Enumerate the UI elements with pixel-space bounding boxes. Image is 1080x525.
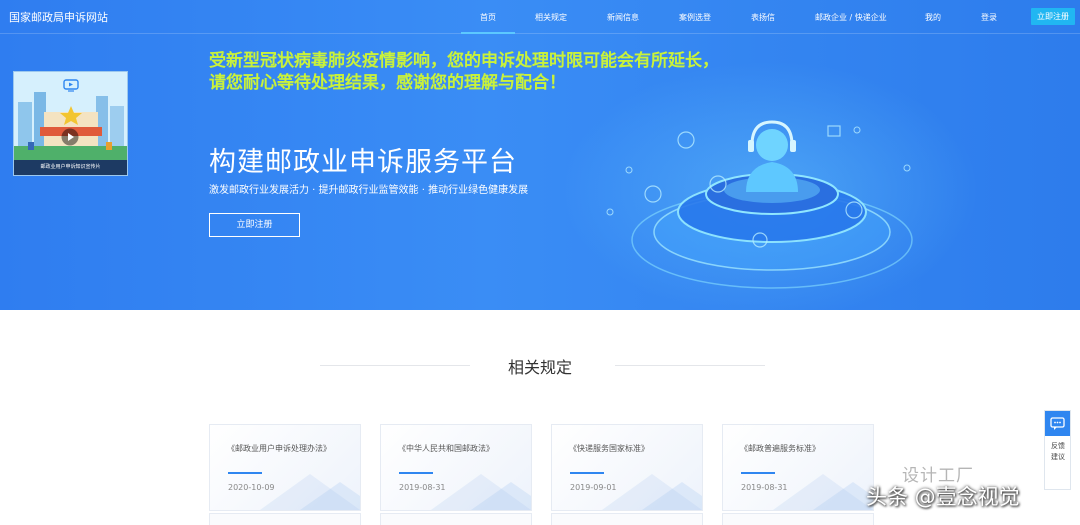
epidemic-notice: 受新型冠状病毒肺炎疫情影响，您的申诉处理时限可能会有所延长， 请您耐心等待处理结… bbox=[209, 50, 719, 94]
nav-cases[interactable]: 案例选登 bbox=[679, 12, 711, 23]
customer-service-platform-illustration bbox=[606, 120, 913, 289]
video-scene-illustration bbox=[14, 72, 127, 160]
promo-video-thumbnail[interactable]: 邮政业用户申诉知识宣传片 bbox=[13, 71, 128, 176]
watermark: 头条 @壹念视觉 bbox=[866, 485, 1020, 509]
notice-line-2: 请您耐心等待处理结果，感谢您的理解与配合！ bbox=[209, 73, 566, 93]
regulation-card[interactable]: 《快递服务国家标准》 2019-09-01 bbox=[551, 424, 703, 511]
nav-praise-letters[interactable]: 表扬信 bbox=[751, 12, 775, 23]
regulation-card-row2[interactable] bbox=[209, 513, 361, 525]
hero-banner: 国家邮政局申诉网站 首页 相关规定 新闻信息 案例选登 表扬信 邮政企业 / 快… bbox=[0, 0, 1080, 310]
nav-mine[interactable]: 我的 bbox=[925, 12, 941, 23]
nav-home[interactable]: 首页 bbox=[480, 12, 496, 23]
regulation-card[interactable]: 《邮政普遍服务标准》 2019-08-31 bbox=[722, 424, 874, 511]
section-title: 相关规定 bbox=[507, 358, 572, 377]
hero-title: 构建邮政业申诉服务平台 bbox=[209, 147, 517, 178]
card-title: 《邮政普遍服务标准》 bbox=[740, 444, 820, 453]
nav-regulations[interactable]: 相关规定 bbox=[535, 12, 567, 23]
notice-line-1: 受新型冠状病毒肺炎疫情影响，您的申诉处理时限可能会有所延长， bbox=[209, 51, 719, 71]
card-title: 《邮政业用户申诉处理办法》 bbox=[227, 444, 331, 453]
feedback-chat-icon[interactable] bbox=[1045, 411, 1070, 436]
play-icon[interactable] bbox=[61, 128, 79, 146]
regulation-card-row2[interactable] bbox=[722, 513, 874, 525]
site-title[interactable]: 国家邮政局申诉网站 bbox=[9, 9, 108, 25]
feedback-label: 反馈建议 bbox=[1051, 442, 1065, 461]
register-button[interactable]: 立即注册 bbox=[1031, 8, 1075, 25]
card-title: 《中华人民共和国邮政法》 bbox=[398, 444, 494, 453]
regulation-card-row2[interactable] bbox=[380, 513, 532, 525]
page: 国家邮政局申诉网站 首页 相关规定 新闻信息 案例选登 表扬信 邮政企业 / 快… bbox=[0, 0, 1080, 525]
regulation-card-row2[interactable] bbox=[551, 513, 703, 525]
top-nav: 国家邮政局申诉网站 首页 相关规定 新闻信息 案例选登 表扬信 邮政企业 / 快… bbox=[0, 0, 1080, 34]
nav-active-indicator bbox=[461, 32, 515, 34]
hero-subtitle: 激发邮政行业发展活力 · 提升邮政行业监管效能 · 推动行业绿色健康发展 bbox=[209, 185, 529, 196]
regulation-card[interactable]: 《中华人民共和国邮政法》 2019-08-31 bbox=[380, 424, 532, 511]
feedback-widget[interactable]: 反馈建议 bbox=[1044, 410, 1071, 490]
card-decoration bbox=[602, 474, 702, 510]
regulation-card[interactable]: 《邮政业用户申诉处理办法》 2020-10-09 bbox=[209, 424, 361, 511]
nav-login[interactable]: 登录 bbox=[981, 12, 997, 23]
nav-news[interactable]: 新闻信息 bbox=[607, 12, 639, 23]
tv-icon bbox=[63, 79, 79, 92]
section-divider-right bbox=[615, 365, 765, 366]
card-decoration bbox=[260, 474, 360, 510]
video-caption: 邮政业用户申诉知识宣传片 bbox=[14, 160, 127, 175]
hero-register-button[interactable]: 立即注册 bbox=[209, 213, 300, 237]
card-decoration bbox=[773, 474, 873, 510]
nav-postal-express-companies[interactable]: 邮政企业 / 快递企业 bbox=[815, 12, 887, 23]
card-title: 《快递服务国家标准》 bbox=[569, 444, 649, 453]
card-decoration bbox=[431, 474, 531, 510]
